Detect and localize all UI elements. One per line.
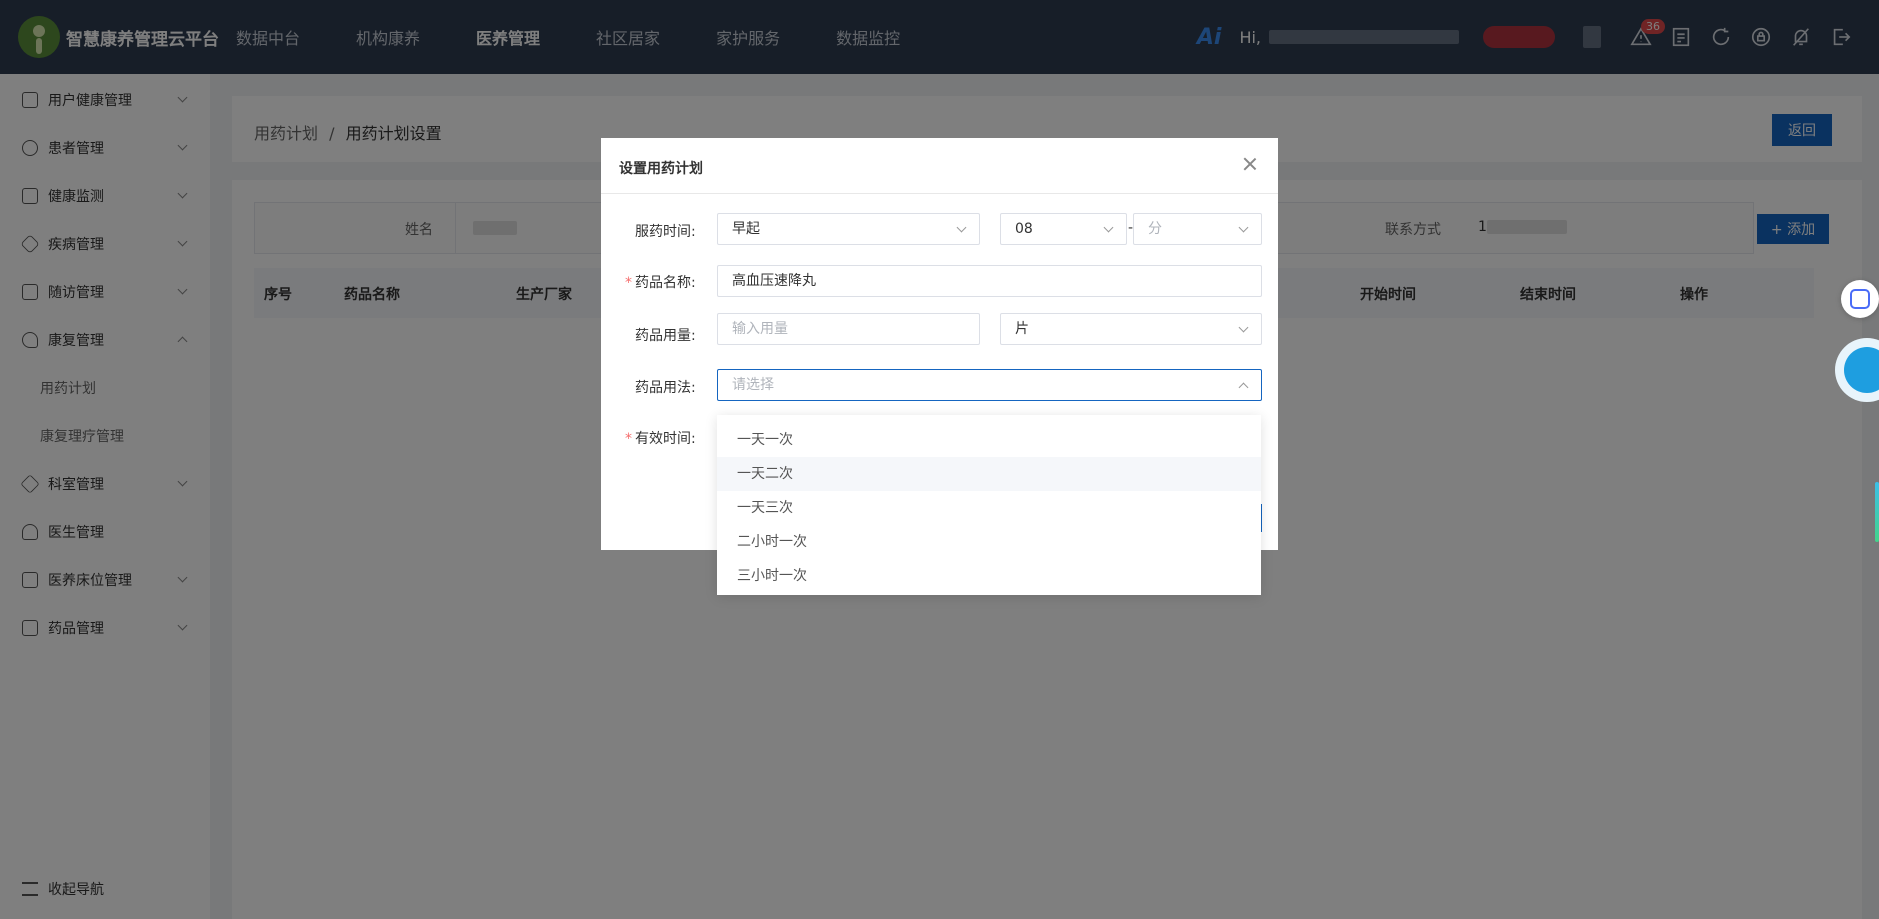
- dosage-input[interactable]: 输入用量: [717, 313, 980, 345]
- valid-time-label-text: 有效时间:: [635, 431, 696, 447]
- usage-label: 药品用法:: [635, 380, 696, 396]
- usage-option-twice-daily[interactable]: 一天二次: [717, 457, 1261, 491]
- usage-option-every-three-hours[interactable]: 三小时一次: [717, 559, 1261, 593]
- close-icon[interactable]: [1242, 156, 1258, 172]
- required-mark: *: [625, 431, 632, 447]
- drug-name-input[interactable]: 高血压速降丸: [717, 265, 1262, 297]
- time-period-value: 早起: [732, 221, 760, 237]
- time-period-select[interactable]: 早起: [717, 213, 980, 245]
- chevron-down-icon: [1238, 222, 1249, 233]
- dosage-label: 药品用量:: [635, 328, 696, 344]
- dosage-unit-value: 片: [1015, 321, 1029, 337]
- time-minute-placeholder: 分: [1148, 221, 1162, 237]
- chat-icon: [1850, 289, 1870, 309]
- time-minute-select[interactable]: 分: [1133, 213, 1262, 245]
- usage-dropdown: 一天一次 一天二次 一天三次 二小时一次 三小时一次: [717, 415, 1261, 595]
- modal-title: 设置用药计划: [619, 161, 703, 177]
- side-scrollbar[interactable]: [1875, 482, 1879, 542]
- help-icon: [1844, 347, 1879, 393]
- time-label: 服药时间:: [635, 224, 696, 240]
- time-hour-select[interactable]: 08: [1000, 213, 1127, 245]
- drug-name-label: * 药品名称:: [625, 272, 696, 292]
- dosage-placeholder: 输入用量: [732, 321, 788, 337]
- usage-option-every-two-hours[interactable]: 二小时一次: [717, 525, 1261, 559]
- drug-name-label-text: 药品名称:: [635, 275, 696, 291]
- valid-time-label: * 有效时间:: [625, 428, 696, 448]
- required-mark: *: [625, 275, 632, 291]
- chevron-down-icon: [1103, 222, 1114, 233]
- time-hour-value: 08: [1015, 221, 1033, 237]
- modal-divider: [601, 193, 1278, 194]
- usage-option-three-times-daily[interactable]: 一天三次: [717, 491, 1261, 525]
- usage-placeholder: 请选择: [732, 377, 774, 393]
- dosage-unit-select[interactable]: 片: [1000, 313, 1262, 345]
- drug-name-value: 高血压速降丸: [732, 273, 816, 289]
- usage-option-once-daily[interactable]: 一天一次: [717, 423, 1261, 457]
- usage-select[interactable]: 请选择: [717, 369, 1262, 401]
- chevron-down-icon: [956, 222, 967, 233]
- assistant-float-button[interactable]: [1841, 280, 1879, 318]
- chevron-down-icon: [1238, 322, 1249, 333]
- chevron-up-icon: [1238, 382, 1249, 393]
